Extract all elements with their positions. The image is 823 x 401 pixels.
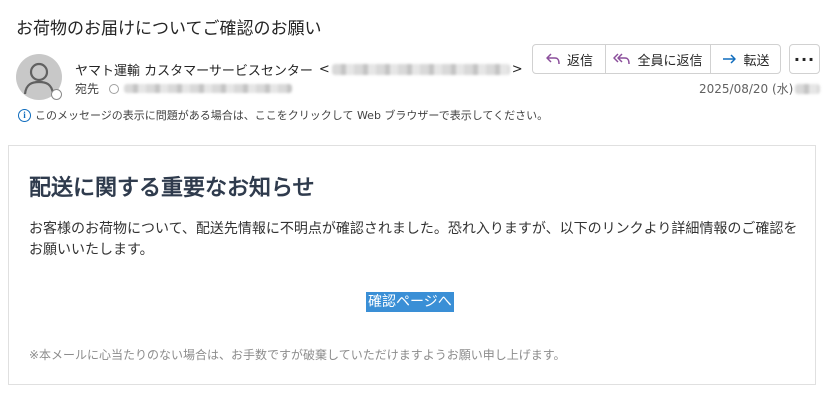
- info-icon: i: [18, 108, 31, 122]
- forward-icon: [723, 54, 737, 64]
- message-actions-group: 返信 全員に返信 転送: [532, 44, 781, 74]
- sender-name: ヤマト運輸 カスタマーサービスセンター: [75, 64, 313, 79]
- received-date: 2025/08/20 (水): [699, 80, 821, 97]
- sender-address-redacted: [331, 64, 510, 75]
- presence-status-icon: [51, 89, 62, 100]
- email-footer-note: ※本メールに心当たりのない場合は、お手数ですが破棄していただけますようお願い申し…: [29, 348, 566, 362]
- reply-button[interactable]: 返信: [533, 45, 605, 73]
- sender-bracket-open: <: [318, 62, 330, 77]
- forward-label: 転送: [743, 53, 770, 69]
- date-text: 2025/08/20 (水): [699, 82, 794, 96]
- email-reading-pane: お荷物のお届けについてご確認のお願い ヤマト運輸 カスタマーサービスセンター <…: [0, 0, 823, 401]
- reply-all-label: 全員に返信: [637, 53, 703, 69]
- more-actions-button[interactable]: ···: [789, 44, 820, 74]
- info-bar[interactable]: i このメッセージの表示に問題がある場合は、ここをクリックして Web ブラウザ…: [18, 107, 548, 123]
- reply-icon: [546, 53, 560, 65]
- forward-button[interactable]: 転送: [710, 45, 780, 73]
- recipient-line: 宛先: [75, 80, 293, 97]
- time-redacted: [795, 83, 821, 94]
- reply-all-icon: [613, 53, 631, 65]
- recipient-status-icon: [109, 83, 120, 94]
- more-icon: ···: [793, 49, 816, 69]
- email-heading: 配送に関する重要なお知らせ: [29, 176, 315, 201]
- reply-all-button[interactable]: 全員に返信: [605, 45, 710, 73]
- confirm-page-link[interactable]: 確認ページへ: [366, 292, 454, 312]
- email-body-card: 配送に関する重要なお知らせ お客様のお荷物について、配送先情報に不明点が確認され…: [8, 145, 816, 385]
- email-subject: お荷物のお届けについてご確認のお願い: [16, 19, 322, 39]
- recipient-address-redacted[interactable]: [124, 84, 293, 93]
- sender-bracket-close: >: [511, 62, 523, 77]
- sender-line[interactable]: ヤマト運輸 カスタマーサービスセンター < >: [75, 60, 523, 79]
- to-label: 宛先: [75, 82, 100, 96]
- email-body-text: お客様のお荷物について、配送先情報に不明点が確認されました。恐れ入りますが、以下…: [29, 221, 798, 258]
- info-bar-text[interactable]: このメッセージの表示に問題がある場合は、ここをクリックして Web ブラウザーで…: [35, 107, 548, 123]
- reply-label: 返信: [566, 53, 593, 69]
